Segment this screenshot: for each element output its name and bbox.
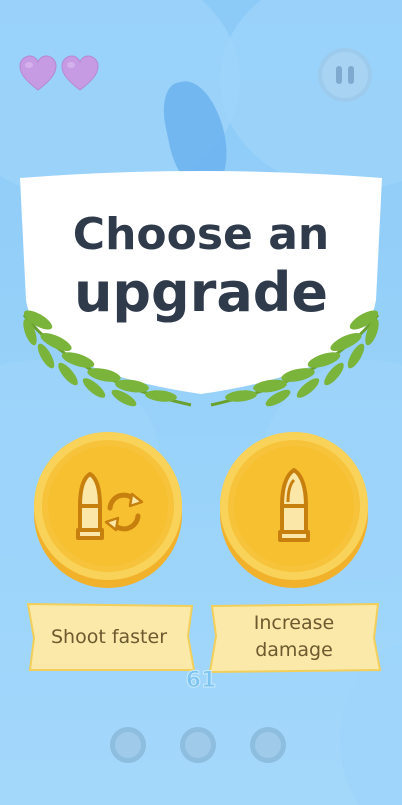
title-line-1: Choose an	[72, 209, 330, 260]
bullet-icon	[278, 468, 310, 542]
game-screen: Choose an upgrade Shoot faster Increase …	[0, 0, 402, 805]
page-dot[interactable]	[180, 727, 216, 763]
page-dot[interactable]	[250, 727, 286, 763]
upgrade-option-shoot-faster[interactable]	[34, 432, 182, 580]
upgrade-label-text: Shoot faster	[50, 625, 168, 648]
upgrade-label-text: Increase damage	[253, 612, 335, 661]
upgrade-label-shoot-faster[interactable]: Shoot faster	[22, 600, 196, 674]
heart-icon	[19, 55, 57, 91]
heart-icon	[61, 55, 99, 91]
title-line-2: upgrade	[73, 261, 329, 324]
lives-display	[18, 54, 100, 94]
title-banner: Choose an upgrade	[16, 170, 386, 415]
page-indicator	[110, 727, 286, 763]
upgrade-option-increase-damage[interactable]	[220, 432, 368, 580]
pause-icon	[336, 66, 342, 84]
background-cloud	[220, 0, 402, 190]
score-counter: 61	[185, 668, 217, 694]
page-title: Choose an upgrade	[16, 206, 386, 322]
pause-button[interactable]	[318, 48, 372, 102]
bullet-reload-icon	[76, 472, 144, 540]
upgrade-label-increase-damage[interactable]: Increase damage	[206, 600, 382, 674]
page-dot[interactable]	[110, 727, 146, 763]
